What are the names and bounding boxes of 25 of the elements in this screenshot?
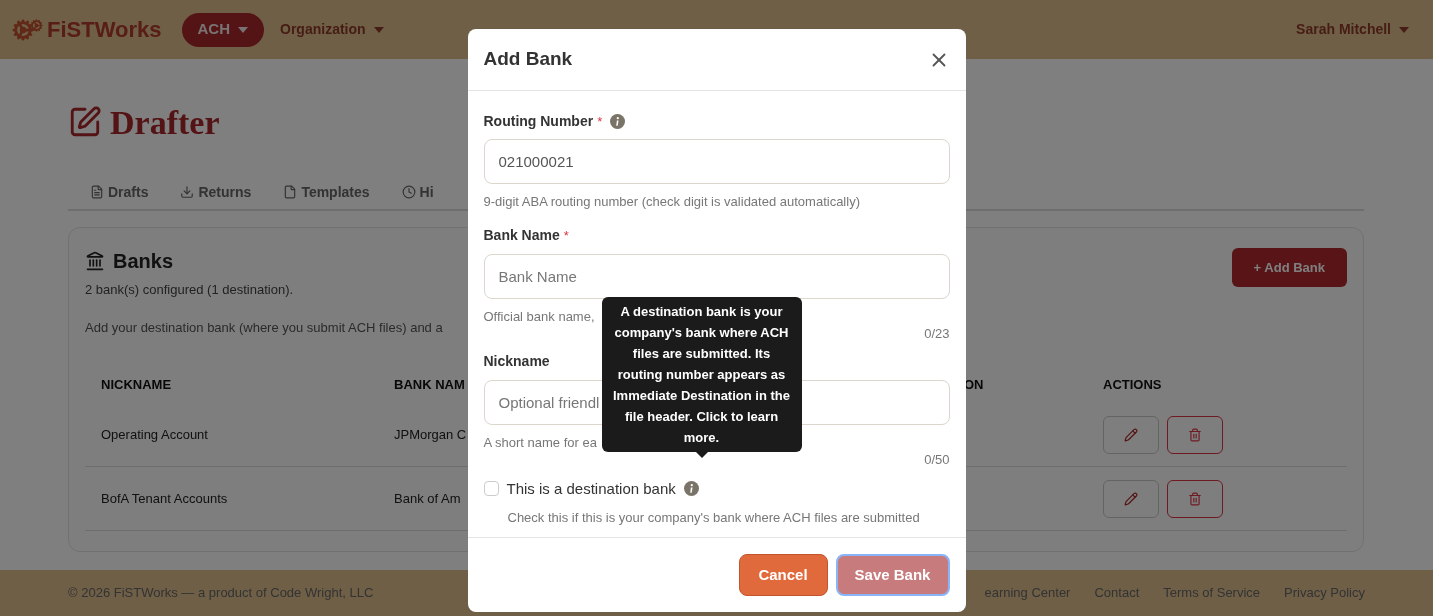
- page-title: Drafter: [110, 102, 220, 143]
- column-header: ACTIONS: [1103, 376, 1162, 395]
- column-header: NICKNAME: [101, 376, 172, 395]
- field-help: 9-digit ABA routing number (check digit is validated automatically): [483, 193, 860, 211]
- tooltip: A destination bank is your company's bank where ACH files are submitted. Its routing number appears as Immediate Destination in the file header. Click to learn more.: [601, 297, 802, 452]
- required-mark: *: [563, 229, 569, 242]
- dialog-title: Add Bank: [483, 47, 573, 72]
- table-cell-text: Bank of Am: [394, 489, 461, 508]
- field-label: Nickname: [483, 352, 550, 371]
- field-label: Bank Name: [483, 226, 560, 245]
- field-help: Official bank name,: [483, 307, 595, 326]
- field-help: A short name for ea: [483, 433, 597, 452]
- copyright-text: © 2026 FiSTWorks — a product of Code Wright, LLC: [68, 584, 374, 603]
- column-header: BANK NAM: [394, 376, 465, 395]
- char-counter: 0/23: [924, 325, 950, 343]
- table-cell-text: Operating Account: [101, 425, 208, 444]
- card-title: Banks: [113, 249, 174, 274]
- checkbox-help: Check this if this is your company's bank where ACH files are submitted: [507, 509, 920, 527]
- card-description: Add your destination bank (where you submit ACH files) and a: [85, 318, 443, 337]
- table-cell-text: BofA Tenant Accounts: [101, 489, 228, 508]
- card-summary: 2 bank(s) configured (1 destination).: [85, 281, 294, 299]
- table-cell-text: JPMorgan C: [394, 425, 467, 444]
- required-mark: *: [597, 114, 603, 128]
- char-counter: 0/50: [924, 451, 950, 469]
- field-label: Routing Number: [483, 111, 594, 131]
